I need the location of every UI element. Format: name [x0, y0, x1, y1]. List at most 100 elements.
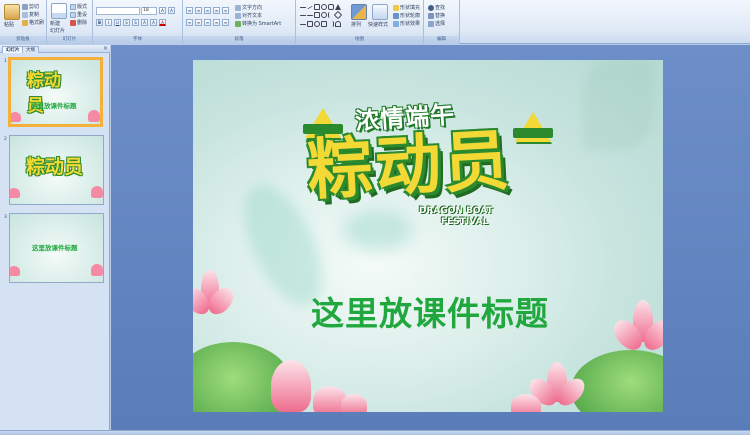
brace-shape-icon[interactable]	[328, 20, 334, 27]
bold-button[interactable]: B	[96, 19, 103, 26]
char-spacing-button[interactable]: A	[141, 19, 148, 26]
font-size-field[interactable]: 18	[141, 7, 157, 15]
callout-shape-icon[interactable]	[321, 20, 327, 27]
slide-editing-area: 浓情端午 粽动员 DRAGON BOAT FESTIVAL 这里放课件标题	[111, 45, 750, 430]
slide-thumbnail-3[interactable]: 这里放课件标题	[9, 213, 104, 283]
effects-icon	[393, 21, 399, 27]
tab-slides[interactable]: 幻灯片	[2, 46, 24, 53]
delete-slide-button[interactable]: 删除	[70, 20, 87, 26]
increase-indent-button[interactable]: ≡	[213, 7, 220, 14]
paint-bucket-icon	[393, 5, 399, 11]
pen-icon	[393, 13, 399, 19]
strikethrough-button[interactable]: S	[123, 19, 130, 26]
rounded-rect-shape-icon[interactable]	[328, 4, 334, 10]
shape-effects-button[interactable]: 形状效果	[393, 21, 420, 27]
align-left-button[interactable]: ≡	[186, 19, 193, 26]
smartart-button[interactable]: 转换为 SmartArt	[235, 21, 281, 27]
justify-button[interactable]: ≡	[213, 19, 220, 26]
align-right-button[interactable]: ≡	[204, 19, 211, 26]
replace-button[interactable]: 替换	[428, 13, 445, 19]
grow-font-button[interactable]: A	[159, 7, 166, 14]
line-shape-icon[interactable]	[300, 7, 306, 8]
oval-shape-icon[interactable]	[321, 12, 327, 19]
heart-shape-icon[interactable]	[335, 20, 341, 27]
font-color-button[interactable]: A	[159, 19, 166, 26]
shape-fill-button[interactable]: 形状填充	[393, 5, 420, 11]
lotus-icon	[10, 188, 20, 198]
arrow-shape-icon[interactable]	[300, 23, 306, 25]
cube-shape-icon[interactable]	[307, 20, 313, 27]
quick-styles-button[interactable]: 快速样式	[368, 22, 388, 28]
line-shape-icon[interactable]	[300, 15, 306, 17]
arrange-button[interactable]: 排列	[351, 22, 361, 28]
shape-outline-button[interactable]: 形状轮廓	[393, 13, 420, 19]
status-bar	[0, 430, 750, 435]
layout-button[interactable]: 版式	[70, 4, 87, 10]
festival-label: FESTIVAL	[441, 217, 489, 227]
triangle-shape-icon[interactable]	[335, 4, 341, 10]
course-title-placeholder[interactable]: 这里放课件标题	[311, 287, 549, 335]
italic-button[interactable]: I	[105, 19, 112, 26]
slide-canvas[interactable]: 浓情端午 粽动员 DRAGON BOAT FESTIVAL 这里放课件标题	[193, 60, 663, 412]
shapes-gallery[interactable]	[300, 4, 344, 28]
format-painter-button[interactable]: 格式刷	[22, 20, 44, 26]
text-direction-button[interactable]: 文字方向	[235, 5, 262, 11]
lotus-icon	[91, 186, 103, 198]
reset-button[interactable]: 重设	[70, 12, 87, 18]
arrow-shape-icon[interactable]	[307, 15, 313, 17]
align-text-button[interactable]: 对齐文本	[235, 13, 262, 19]
thumb-title: 这里放课件标题	[31, 102, 77, 110]
oval-shape-icon[interactable]	[321, 4, 327, 10]
slide-thumbnail-1[interactable]: 粽动员 这里放课件标题	[8, 57, 103, 127]
new-slide-button[interactable]: 新建	[50, 21, 60, 27]
slide-number-1: 1	[4, 59, 7, 64]
thumb-title: 这里放课件标题	[32, 244, 78, 252]
lotus-icon	[88, 110, 100, 122]
rectangle-shape-icon[interactable]	[314, 12, 320, 19]
columns-button[interactable]: ≡	[222, 19, 229, 26]
copy-button[interactable]: 复制	[22, 12, 39, 18]
lotus-flower-bottom-icon	[511, 394, 541, 412]
clipboard-group: 粘贴 剪切 复制 格式刷 剪贴板	[0, 0, 47, 44]
line-spacing-button[interactable]: ≡	[222, 7, 229, 14]
close-pane-icon[interactable]: ×	[103, 45, 108, 53]
smartart-icon	[235, 21, 241, 27]
font-name-field[interactable]	[96, 7, 140, 15]
decrease-indent-button[interactable]: ≡	[204, 7, 211, 14]
paste-icon[interactable]	[4, 4, 20, 20]
slide-thumbnail-2[interactable]: 粽动员	[9, 135, 104, 205]
zongzi-right-band	[513, 128, 553, 138]
brush-icon	[22, 20, 28, 26]
tab-outline[interactable]: 大纲	[22, 46, 39, 53]
arrange-icon[interactable]	[351, 4, 367, 20]
lotus-flower-bottom-icon	[341, 394, 367, 412]
line-shape-icon[interactable]	[307, 5, 313, 10]
quick-styles-icon[interactable]	[372, 4, 388, 20]
slide-number-3: 3	[4, 215, 7, 220]
paste-button[interactable]: 粘贴	[4, 22, 14, 28]
shadow-button[interactable]: S	[132, 19, 139, 26]
numbering-button[interactable]: ≡	[195, 7, 202, 14]
align-center-button[interactable]: ≡	[195, 19, 202, 26]
dragon-boat-label: DRAGON BOAT	[419, 206, 493, 216]
new-slide-icon[interactable]	[51, 3, 67, 19]
slides-label: 幻灯片	[47, 36, 92, 44]
editing-group: 查找 替换 选择 编辑	[424, 0, 460, 44]
lotus-leaf-right-icon	[571, 350, 663, 412]
underline-button[interactable]: U	[114, 19, 121, 26]
new-slide-sub-label: 幻灯片	[50, 28, 66, 34]
paragraph-group: ≡ ≡ ≡ ≡ ≡ ≡ ≡ ≡ ≡ ≡ 文字方向 对齐文本 转换为 SmartA…	[183, 0, 296, 44]
rectangle-shape-icon[interactable]	[314, 4, 320, 10]
bullets-button[interactable]: ≡	[186, 7, 193, 14]
oval-shape-icon[interactable]	[314, 20, 320, 27]
lotus-icon	[91, 264, 103, 276]
select-button[interactable]: 选择	[428, 21, 445, 27]
lotus-icon	[10, 266, 20, 276]
change-case-button[interactable]: A	[150, 19, 157, 26]
cut-button[interactable]: 剪切	[22, 4, 39, 10]
find-button[interactable]: 查找	[428, 5, 445, 11]
shrink-font-button[interactable]: A	[168, 7, 175, 14]
layout-icon	[70, 4, 76, 10]
clipboard-label: 剪贴板	[0, 36, 46, 44]
star-shape-icon[interactable]	[333, 11, 343, 20]
